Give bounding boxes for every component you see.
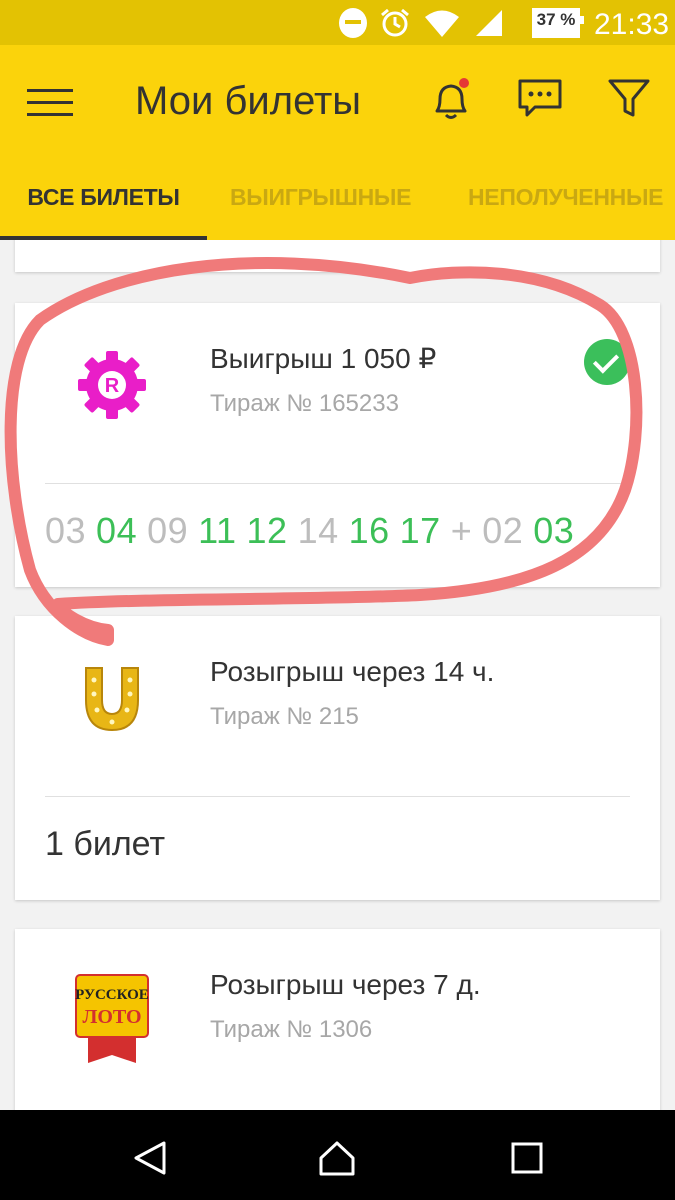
pink-chip-logo: R <box>72 345 152 425</box>
check-icon <box>584 339 630 385</box>
ticket-number: 11 <box>198 510 237 551</box>
menu-icon[interactable] <box>27 87 73 119</box>
do-not-disturb-icon <box>339 8 367 38</box>
russkoe-loto-logo: РУССКОЕ ЛОТО <box>72 971 152 1063</box>
ticket-draw-number: Тираж № 1306 <box>210 1016 373 1043</box>
chat-icon[interactable] <box>517 77 563 121</box>
ticket-number: 02 <box>482 510 524 551</box>
ticket-title: Розыгрыш через 7 д. <box>210 969 481 1000</box>
logo-text-top: РУССКОЕ <box>75 987 149 1003</box>
tab-winning[interactable]: ВЫИГРЫШНЫЕ <box>230 165 411 240</box>
ticket-card[interactable]: R Выигрыш 1 050 ₽ Тираж № 165233 03 04 09 1… <box>15 303 660 587</box>
battery-level: 37 % <box>536 10 576 29</box>
ticket-card[interactable]: Розыгрыш через 14 ч. Тираж № 215 1 билет <box>15 616 660 900</box>
svg-text:R: R <box>105 375 120 397</box>
ticket-title: Выигрыш 1 050 ₽ <box>210 343 437 374</box>
nav-bar <box>0 1110 675 1200</box>
tickets-count: 1 билет <box>45 825 166 863</box>
ticket-number: 04 <box>96 510 138 551</box>
ticket-card[interactable] <box>15 240 660 272</box>
filter-icon[interactable] <box>607 77 651 121</box>
ticket-card[interactable]: РУССКОЕ ЛОТО Розыгрыш через 7 д. Тираж №… <box>15 929 660 1110</box>
ticket-number: 03 <box>533 510 575 551</box>
app-bar: Мои билеты ВСЕ БИЛЕТЫ ВЫИГРЫШНЫЕ НЕПОЛУЧ… <box>0 45 675 240</box>
logo-text-bottom: ЛОТО <box>82 1006 141 1028</box>
signal-icon <box>474 8 504 38</box>
ticket-number: 03 <box>45 510 87 551</box>
ticket-list[interactable]: R Выигрыш 1 050 ₽ Тираж № 165233 03 04 09 1… <box>0 240 675 1110</box>
tab-all-tickets[interactable]: ВСЕ БИЛЕТЫ <box>0 165 207 240</box>
divider <box>45 796 630 797</box>
wifi-icon <box>423 8 461 38</box>
status-bar: 37 % 21:33 <box>0 0 675 45</box>
back-icon[interactable] <box>130 1138 170 1178</box>
home-icon[interactable] <box>317 1138 357 1178</box>
ticket-number: 09 <box>147 510 189 551</box>
horseshoe-logo <box>72 658 152 738</box>
bell-icon[interactable] <box>428 75 474 123</box>
ticket-title: Розыгрыш через 14 ч. <box>210 656 495 687</box>
battery-indicator: 37 % <box>532 8 584 38</box>
ticket-number: 12 <box>246 510 288 551</box>
ticket-draw-number: Тираж № 165233 <box>210 390 399 417</box>
ticket-number: 17 <box>399 510 441 551</box>
ticket-number: 14 <box>297 510 339 551</box>
status-time: 21:33 <box>594 8 670 41</box>
recent-apps-icon[interactable] <box>507 1138 547 1178</box>
ticket-numbers: 03 04 09 11 12 14 16 17 +02 03 <box>45 507 584 555</box>
tabs: ВСЕ БИЛЕТЫ ВЫИГРЫШНЫЕ НЕПОЛУЧЕННЫЕ <box>0 165 675 240</box>
ticket-draw-number: Тираж № 215 <box>210 703 359 730</box>
divider <box>45 483 630 484</box>
page-title: Мои билеты <box>135 79 362 123</box>
tab-unreceived[interactable]: НЕПОЛУЧЕННЫЕ <box>468 165 664 240</box>
alarm-icon <box>379 8 411 38</box>
ticket-number: 16 <box>348 510 390 551</box>
bonus-separator: + <box>450 510 473 551</box>
